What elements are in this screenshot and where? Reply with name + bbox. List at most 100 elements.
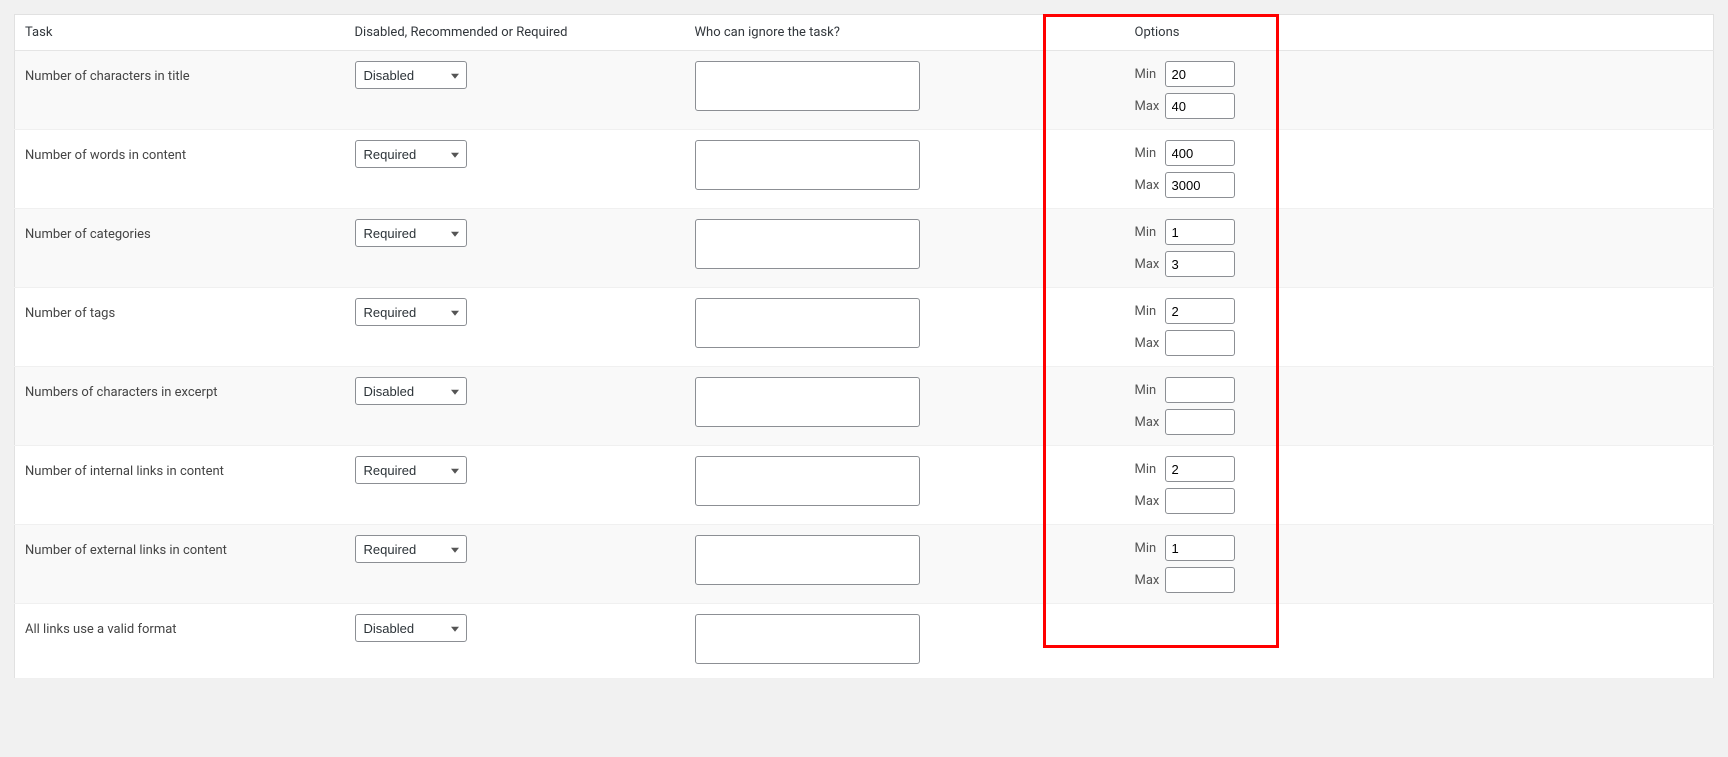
options-cell: Min Max bbox=[1075, 209, 1714, 288]
mode-select-wrap: DisabledRecommendedRequired bbox=[355, 377, 467, 405]
mode-select[interactable]: DisabledRecommendedRequired bbox=[355, 298, 467, 326]
min-row: Min bbox=[1135, 535, 1704, 561]
options-cell: Min Max bbox=[1075, 367, 1714, 446]
max-input[interactable] bbox=[1165, 409, 1235, 435]
min-row: Min bbox=[1135, 140, 1704, 166]
max-input[interactable] bbox=[1165, 330, 1235, 356]
min-input[interactable] bbox=[1165, 535, 1235, 561]
task-name-cell: Number of characters in title bbox=[15, 51, 345, 130]
header-options: Options bbox=[1075, 15, 1714, 51]
ignore-input[interactable] bbox=[695, 614, 920, 664]
max-row: Max bbox=[1135, 567, 1704, 593]
mode-select-wrap: DisabledRecommendedRequired bbox=[355, 61, 467, 89]
min-input[interactable] bbox=[1165, 456, 1235, 482]
header-mode: Disabled, Recommended or Required bbox=[345, 15, 685, 51]
max-row: Max bbox=[1135, 488, 1704, 514]
mode-cell: DisabledRecommendedRequired bbox=[345, 367, 685, 446]
ignore-input[interactable] bbox=[695, 61, 920, 111]
ignore-input[interactable] bbox=[695, 219, 920, 269]
table-row: Number of internal links in content Disab… bbox=[15, 446, 1714, 525]
min-row: Min bbox=[1135, 61, 1704, 87]
mode-select[interactable]: DisabledRecommendedRequired bbox=[355, 614, 467, 642]
max-input[interactable] bbox=[1165, 172, 1235, 198]
min-input[interactable] bbox=[1165, 219, 1235, 245]
max-row: Max bbox=[1135, 251, 1704, 277]
min-label: Min bbox=[1135, 541, 1165, 556]
max-input[interactable] bbox=[1165, 251, 1235, 277]
mode-cell: DisabledRecommendedRequired bbox=[345, 288, 685, 367]
ignore-cell bbox=[685, 51, 1075, 130]
min-row: Min bbox=[1135, 456, 1704, 482]
max-label: Max bbox=[1135, 99, 1165, 114]
ignore-cell bbox=[685, 525, 1075, 604]
ignore-cell bbox=[685, 367, 1075, 446]
min-input[interactable] bbox=[1165, 377, 1235, 403]
task-name-cell: All links use a valid format bbox=[15, 604, 345, 679]
max-label: Max bbox=[1135, 178, 1165, 193]
mode-select-wrap: DisabledRecommendedRequired bbox=[355, 456, 467, 484]
max-input[interactable] bbox=[1165, 93, 1235, 119]
tasks-table: Task Disabled, Recommended or Required W… bbox=[14, 14, 1714, 679]
ignore-cell bbox=[685, 209, 1075, 288]
mode-cell: DisabledRecommendedRequired bbox=[345, 130, 685, 209]
mode-select[interactable]: DisabledRecommendedRequired bbox=[355, 377, 467, 405]
task-name-cell: Number of categories bbox=[15, 209, 345, 288]
options-cell: Min Max bbox=[1075, 288, 1714, 367]
mode-cell: DisabledRecommendedRequired bbox=[345, 525, 685, 604]
max-label: Max bbox=[1135, 257, 1165, 272]
options-cell: Min Max bbox=[1075, 130, 1714, 209]
mode-cell: DisabledRecommendedRequired bbox=[345, 51, 685, 130]
options-cell: Min Max bbox=[1075, 525, 1714, 604]
min-label: Min bbox=[1135, 383, 1165, 398]
max-row: Max bbox=[1135, 330, 1704, 356]
max-label: Max bbox=[1135, 336, 1165, 351]
header-ignore: Who can ignore the task? bbox=[685, 15, 1075, 51]
table-row: Number of categories DisabledRecommendedR… bbox=[15, 209, 1714, 288]
min-input[interactable] bbox=[1165, 140, 1235, 166]
min-label: Min bbox=[1135, 462, 1165, 477]
ignore-input[interactable] bbox=[695, 535, 920, 585]
max-input[interactable] bbox=[1165, 488, 1235, 514]
options-cell: Min Max bbox=[1075, 51, 1714, 130]
task-name-cell: Number of words in content bbox=[15, 130, 345, 209]
min-row: Min bbox=[1135, 219, 1704, 245]
min-input[interactable] bbox=[1165, 298, 1235, 324]
ignore-input[interactable] bbox=[695, 140, 920, 190]
mode-cell: DisabledRecommendedRequired bbox=[345, 209, 685, 288]
max-input[interactable] bbox=[1165, 567, 1235, 593]
ignore-input[interactable] bbox=[695, 298, 920, 348]
table-row: Number of characters in title DisabledRec… bbox=[15, 51, 1714, 130]
min-label: Min bbox=[1135, 304, 1165, 319]
min-row: Min bbox=[1135, 377, 1704, 403]
ignore-cell bbox=[685, 288, 1075, 367]
table-row: All links use a valid format DisabledReco… bbox=[15, 604, 1714, 679]
ignore-input[interactable] bbox=[695, 377, 920, 427]
ignore-cell bbox=[685, 446, 1075, 525]
min-input[interactable] bbox=[1165, 61, 1235, 87]
options-cell: Min Max bbox=[1075, 446, 1714, 525]
tasks-settings-panel: Task Disabled, Recommended or Required W… bbox=[14, 14, 1714, 679]
max-label: Max bbox=[1135, 573, 1165, 588]
mode-select[interactable]: DisabledRecommendedRequired bbox=[355, 535, 467, 563]
table-row: Number of tagsDisabledRecommendedRequire… bbox=[15, 288, 1714, 367]
min-row: Min bbox=[1135, 298, 1704, 324]
mode-cell: DisabledRecommendedRequired bbox=[345, 446, 685, 525]
min-label: Min bbox=[1135, 225, 1165, 240]
mode-select-wrap: DisabledRecommendedRequired bbox=[355, 140, 467, 168]
ignore-cell bbox=[685, 604, 1075, 679]
task-name-cell: Numbers of characters in excerpt bbox=[15, 367, 345, 446]
mode-select[interactable]: DisabledRecommendedRequired bbox=[355, 456, 467, 484]
min-label: Min bbox=[1135, 146, 1165, 161]
table-row: Number of words in content DisabledRecomm… bbox=[15, 130, 1714, 209]
mode-select[interactable]: DisabledRecommendedRequired bbox=[355, 219, 467, 247]
options-cell bbox=[1075, 604, 1714, 679]
mode-select-wrap: DisabledRecommendedRequired bbox=[355, 614, 467, 642]
max-label: Max bbox=[1135, 494, 1165, 509]
header-task: Task bbox=[15, 15, 345, 51]
ignore-input[interactable] bbox=[695, 456, 920, 506]
mode-select[interactable]: DisabledRecommendedRequired bbox=[355, 61, 467, 89]
task-name-cell: Number of internal links in content bbox=[15, 446, 345, 525]
max-label: Max bbox=[1135, 415, 1165, 430]
mode-cell: DisabledRecommendedRequired bbox=[345, 604, 685, 679]
mode-select[interactable]: DisabledRecommendedRequired bbox=[355, 140, 467, 168]
